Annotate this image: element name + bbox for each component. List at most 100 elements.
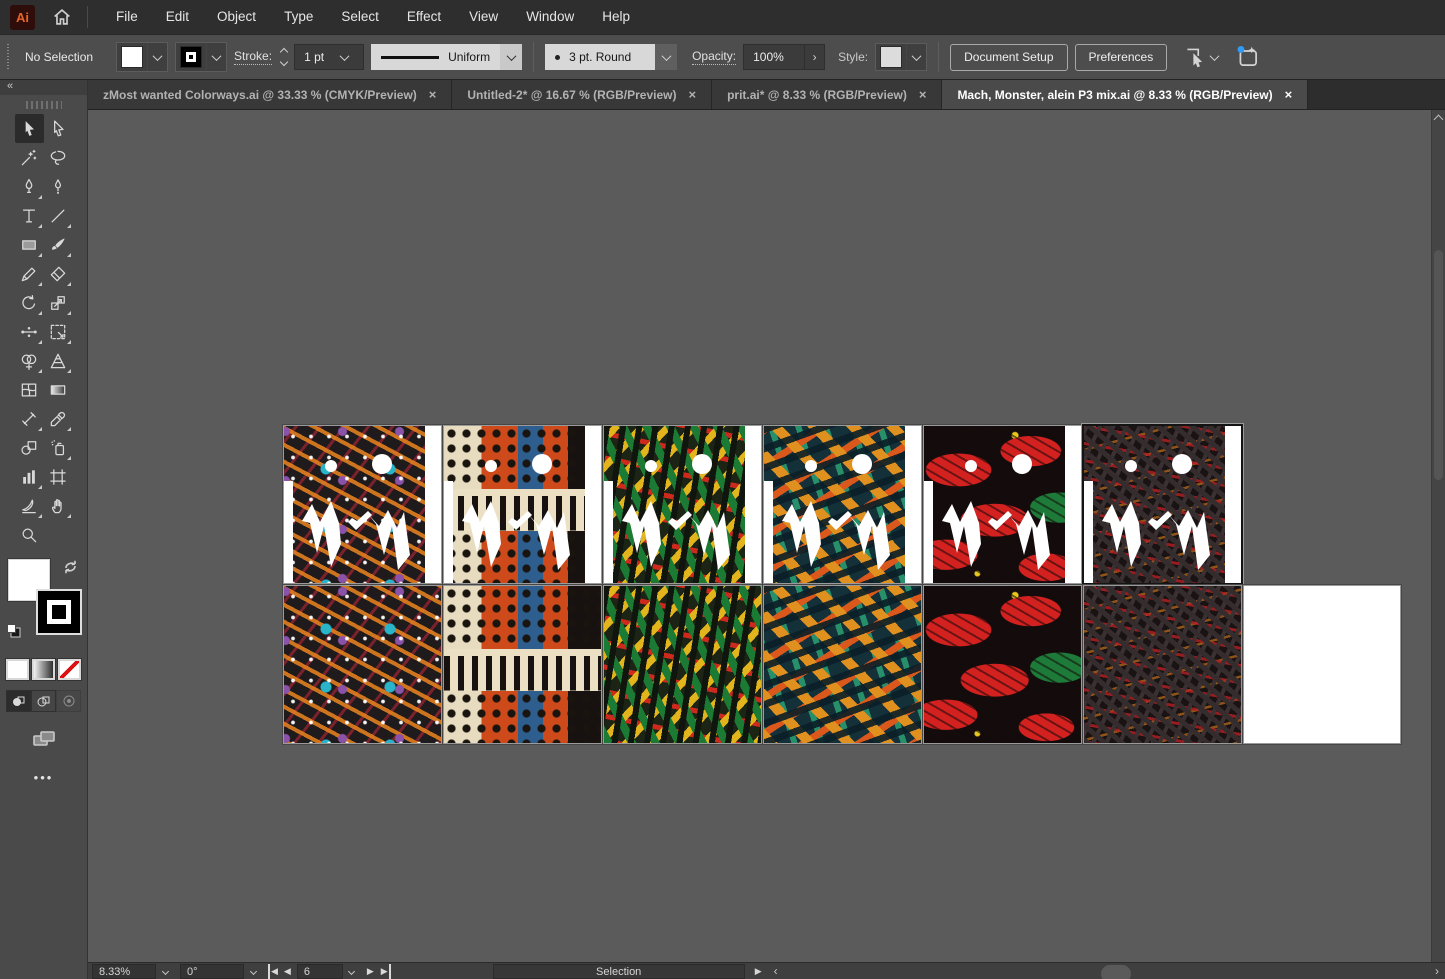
artboard-13-blank[interactable] bbox=[1244, 586, 1400, 743]
scale-tool-icon[interactable] bbox=[44, 288, 73, 317]
stroke-panel-link[interactable]: Stroke: bbox=[234, 49, 272, 65]
canvas[interactable] bbox=[88, 110, 1445, 962]
select-similar-icon[interactable] bbox=[1182, 44, 1208, 70]
status-display-field[interactable]: Selection bbox=[493, 964, 745, 979]
artboard-8[interactable] bbox=[444, 586, 601, 743]
artboard-4[interactable] bbox=[764, 426, 921, 583]
draw-normal-icon[interactable] bbox=[6, 690, 31, 712]
menu-item[interactable]: Effect bbox=[393, 0, 455, 34]
paintbrush-tool-icon[interactable] bbox=[44, 230, 73, 259]
tab-close-icon[interactable]: × bbox=[919, 87, 927, 102]
hand-tool-icon[interactable] bbox=[44, 491, 73, 520]
zoom-level-dropdown[interactable] bbox=[156, 964, 174, 979]
fill-color-control[interactable] bbox=[116, 42, 168, 72]
menu-item[interactable]: Edit bbox=[152, 0, 203, 34]
direct-selection-tool-icon[interactable] bbox=[44, 114, 73, 143]
artboard-12[interactable] bbox=[1084, 586, 1241, 743]
document-tab[interactable]: zMost wanted Colorways.ai @ 33.33 % (CMY… bbox=[88, 80, 452, 109]
graphic-style-control[interactable] bbox=[875, 43, 927, 71]
opacity-panel-link[interactable]: Opacity: bbox=[692, 49, 736, 65]
scroll-right-icon[interactable]: › bbox=[1435, 963, 1439, 979]
horizontal-scroll-thumb[interactable] bbox=[1101, 965, 1131, 979]
opacity-control[interactable]: 100% › bbox=[743, 44, 825, 70]
tab-close-icon[interactable]: × bbox=[688, 87, 696, 102]
artboard-3[interactable] bbox=[604, 426, 761, 583]
fill-dropdown-button[interactable] bbox=[147, 43, 167, 71]
artboard-2[interactable] bbox=[444, 426, 601, 583]
style-swatch[interactable] bbox=[880, 46, 902, 68]
document-tab[interactable]: prit.ai* @ 8.33 % (RGB/Preview) × bbox=[712, 80, 942, 109]
scroll-up-icon[interactable] bbox=[1434, 115, 1444, 125]
select-similar-dropdown[interactable] bbox=[1211, 50, 1218, 64]
artboard-number-field[interactable]: 6 bbox=[297, 964, 343, 979]
menu-item[interactable]: Type bbox=[270, 0, 327, 34]
zoom-tool-icon[interactable] bbox=[15, 520, 44, 549]
vertical-scrollbar[interactable] bbox=[1431, 110, 1445, 962]
artboard-5[interactable] bbox=[924, 426, 1081, 583]
default-fill-stroke-icon[interactable] bbox=[6, 623, 22, 639]
perspective-grid-tool-icon[interactable] bbox=[44, 346, 73, 375]
brush-dropdown[interactable] bbox=[655, 44, 677, 70]
symbol-sprayer-tool-icon[interactable] bbox=[44, 433, 73, 462]
stroke-swatch[interactable] bbox=[180, 46, 202, 68]
document-tab[interactable]: Untitled-2* @ 16.67 % (RGB/Preview) × bbox=[452, 80, 712, 109]
slice-tool-icon[interactable] bbox=[15, 491, 44, 520]
gradient-button[interactable] bbox=[32, 659, 55, 680]
eraser-tool-icon[interactable] bbox=[44, 259, 73, 288]
stroke-dropdown-button[interactable] bbox=[206, 43, 226, 71]
stroke-indicator[interactable] bbox=[36, 589, 82, 635]
status-menu-icon[interactable]: ▶ bbox=[755, 966, 762, 977]
rotate-tool-icon[interactable] bbox=[15, 288, 44, 317]
none-button[interactable] bbox=[58, 659, 81, 680]
panel-grip-icon[interactable] bbox=[26, 98, 62, 112]
preferences-button[interactable]: Preferences bbox=[1075, 44, 1168, 71]
home-icon[interactable] bbox=[51, 6, 73, 28]
brush-definition-control[interactable]: 3 pt. Round bbox=[545, 44, 677, 70]
vertical-scroll-thumb[interactable] bbox=[1434, 250, 1443, 480]
first-artboard-icon[interactable]: ◀ bbox=[268, 964, 278, 979]
artboard-11[interactable] bbox=[924, 586, 1081, 743]
artboard-10[interactable] bbox=[764, 586, 921, 743]
artboard-number-dropdown[interactable] bbox=[343, 964, 361, 979]
last-artboard-icon[interactable]: ▶ bbox=[380, 964, 391, 979]
stroke-weight-stepper[interactable] bbox=[281, 49, 287, 65]
stroke-color-control[interactable] bbox=[175, 42, 227, 72]
blend-tool-icon[interactable] bbox=[15, 433, 44, 462]
stroke-weight-dropdown[interactable] bbox=[334, 45, 354, 69]
tab-close-icon[interactable]: × bbox=[1285, 87, 1293, 102]
swap-fill-stroke-icon[interactable] bbox=[63, 559, 79, 575]
stroke-weight-field[interactable]: 1 pt bbox=[294, 44, 364, 70]
zoom-level-field[interactable]: 8.33% bbox=[92, 964, 156, 979]
curvature-tool-icon[interactable] bbox=[44, 172, 73, 201]
document-tab[interactable]: Mach, Monster, alein P3 mix.ai @ 8.33 % … bbox=[942, 80, 1308, 109]
menu-item[interactable]: File bbox=[102, 0, 152, 34]
pen-tool-icon[interactable] bbox=[15, 172, 44, 201]
magic-wand-tool-icon[interactable] bbox=[15, 143, 44, 172]
free-transform-tool-icon[interactable] bbox=[44, 317, 73, 346]
rotation-field[interactable]: 0° bbox=[180, 964, 244, 979]
column-graph-tool-icon[interactable] bbox=[15, 462, 44, 491]
generative-ai-icon[interactable] bbox=[1235, 44, 1261, 70]
opacity-popup-button[interactable]: › bbox=[805, 44, 825, 70]
width-profile-control[interactable]: Uniform bbox=[371, 44, 522, 70]
shaper-tool-icon[interactable] bbox=[15, 259, 44, 288]
shape-builder-tool-icon[interactable] bbox=[15, 346, 44, 375]
lasso-tool-icon[interactable] bbox=[44, 143, 73, 172]
menu-item[interactable]: Help bbox=[588, 0, 644, 34]
eyedropper-tool-icon[interactable] bbox=[44, 404, 73, 433]
type-tool-icon[interactable] bbox=[15, 201, 44, 230]
artboard-9[interactable] bbox=[604, 586, 761, 743]
menu-item[interactable]: View bbox=[455, 0, 512, 34]
horizontal-scrollbar[interactable]: ‹ › bbox=[770, 963, 1445, 979]
menu-item[interactable]: Window bbox=[512, 0, 588, 34]
document-setup-button[interactable]: Document Setup bbox=[950, 44, 1067, 71]
menu-item[interactable]: Select bbox=[327, 0, 393, 34]
artboard-tool-icon[interactable] bbox=[44, 462, 73, 491]
line-segment-tool-icon[interactable] bbox=[44, 201, 73, 230]
next-artboard-icon[interactable]: ▶ bbox=[367, 964, 374, 979]
style-dropdown[interactable] bbox=[906, 44, 926, 70]
measure-tool-icon[interactable] bbox=[15, 404, 44, 433]
panel-grip-icon[interactable] bbox=[6, 44, 12, 70]
fill-swatch[interactable] bbox=[121, 46, 143, 68]
gradient-tool-icon[interactable] bbox=[44, 375, 73, 404]
